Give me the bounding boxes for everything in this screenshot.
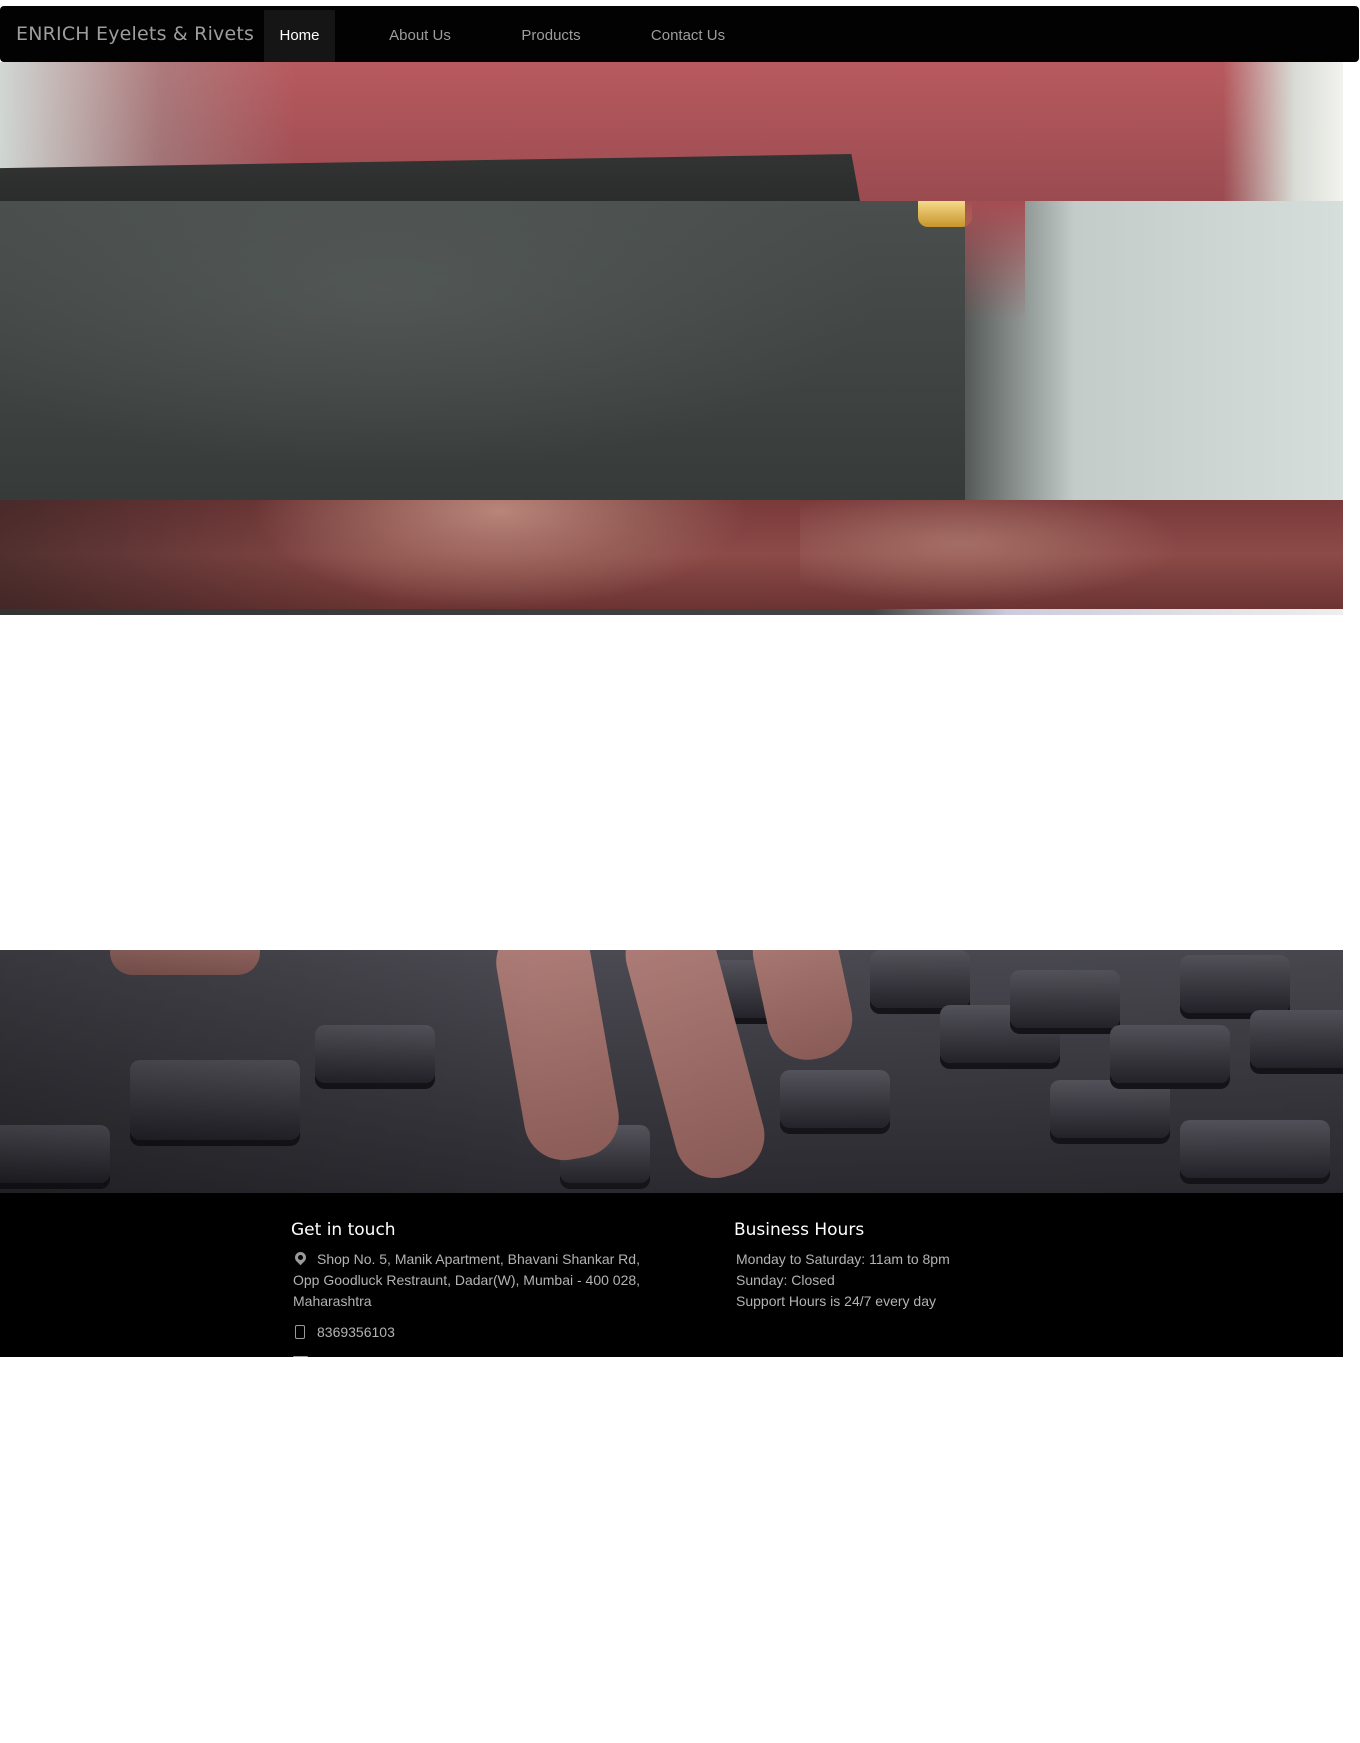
rivet-image [918,201,972,227]
footer: Get in touch Shop No. 5, Manik Apartment… [0,1193,1343,1357]
address-line-2: Opp Goodluck Restraunt, Dadar(W), Mumbai… [293,1272,641,1288]
nav-contact-us[interactable]: Contact Us [635,10,741,62]
hours-line-2: Sunday: Closed [736,1272,835,1288]
hero-edge-strip [0,609,1343,615]
address-line-3: Maharashtra [293,1293,372,1309]
map-marker-icon [292,1249,309,1266]
image-overlay [0,950,1343,1193]
get-in-touch-heading: Get in touch [291,1220,396,1240]
hero-carousel [0,62,1343,615]
hours-line-1: Monday to Saturday: 11am to 8pm [736,1251,950,1267]
nav-products[interactable]: Products [505,10,597,62]
carousel-slide-image [0,201,1343,500]
business-hours-heading: Business Hours [734,1220,865,1240]
hours-line-3: Support Hours is 24/7 every day [736,1293,936,1309]
nav-home[interactable]: Home [264,10,335,62]
hero-background-image-top [0,62,1343,201]
paper-shape [1223,62,1343,201]
hero-background-image-bottom [0,500,1343,609]
envelope-icon [293,1356,308,1357]
keyboard-parallax-image [0,950,1343,1193]
nav-about-us[interactable]: About Us [372,10,468,62]
address-line-1: Shop No. 5, Manik Apartment, Bhavani Sha… [317,1251,640,1267]
top-navbar: ENRICH Eyelets & Rivets Home About Us Pr… [0,6,1359,62]
hand-image [250,500,750,609]
hand-image-2 [800,500,1200,609]
mobile-phone-icon [295,1325,305,1339]
folder-shape [0,154,860,201]
book-shape [965,201,1025,321]
phone-number[interactable]: 8369356103 [317,1322,395,1343]
wallet-image [0,201,965,500]
brand-logo[interactable]: ENRICH Eyelets & Rivets [16,6,254,62]
